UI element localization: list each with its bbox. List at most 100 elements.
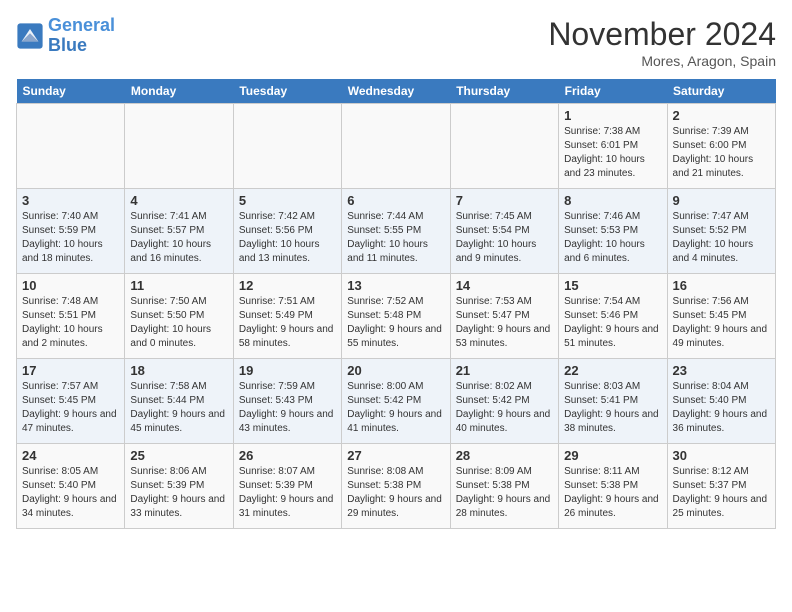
- calendar-cell: 6 Sunrise: 7:44 AM Sunset: 5:55 PM Daylig…: [342, 189, 450, 274]
- calendar-cell: 5Sunrise: 7:42 AM Sunset: 5:56 PM Daylig…: [233, 189, 341, 274]
- logo: General Blue: [16, 16, 115, 56]
- calendar-week-row: 17Sunrise: 7:57 AM Sunset: 5:45 PM Dayli…: [17, 359, 776, 444]
- calendar-cell: 16 Sunrise: 7:56 AM Sunset: 5:45 PM Dayli…: [667, 274, 775, 359]
- calendar-cell: 22Sunrise: 8:03 AM Sunset: 5:41 PM Dayli…: [559, 359, 667, 444]
- cell-info: Sunrise: 7:38 AM Sunset: 6:01 PM Dayligh…: [564, 125, 661, 181]
- day-number: 26: [239, 448, 336, 463]
- day-number: 16: [673, 278, 770, 293]
- calendar-table: SundayMondayTuesdayWednesdayThursdayFrid…: [16, 79, 776, 529]
- cell-info: Sunrise: 8:08 AM Sunset: 5:38 PM Dayligh…: [347, 465, 444, 521]
- day-number: 23: [673, 363, 770, 378]
- calendar-cell: 28 Sunrise: 8:09 AM Sunset: 5:38 PM Dayli…: [450, 444, 558, 529]
- day-number: 25: [130, 448, 227, 463]
- cell-info: Sunrise: 8:04 AM Sunset: 5:40 PM Dayligh…: [673, 380, 770, 436]
- day-number: 21: [456, 363, 553, 378]
- day-number: 24: [22, 448, 119, 463]
- cell-info: Sunrise: 7:56 AM Sunset: 5:45 PM Dayligh…: [673, 295, 770, 351]
- calendar-week-row: 3 Sunrise: 7:40 AM Sunset: 5:59 PM Daylig…: [17, 189, 776, 274]
- cell-info: Sunrise: 7:46 AM Sunset: 5:53 PM Dayligh…: [564, 210, 661, 266]
- logo-text: General Blue: [48, 16, 115, 56]
- cell-info: Sunrise: 7:41 AM Sunset: 5:57 PM Dayligh…: [130, 210, 227, 266]
- calendar-cell: 8 Sunrise: 7:46 AM Sunset: 5:53 PM Daylig…: [559, 189, 667, 274]
- cell-info: Sunrise: 8:11 AM Sunset: 5:38 PM Dayligh…: [564, 465, 661, 521]
- calendar-cell: 9 Sunrise: 7:47 AM Sunset: 5:52 PM Daylig…: [667, 189, 775, 274]
- day-number: 1: [564, 108, 661, 123]
- calendar-cell: 14Sunrise: 7:53 AM Sunset: 5:47 PM Dayli…: [450, 274, 558, 359]
- day-number: 12: [239, 278, 336, 293]
- cell-info: Sunrise: 8:09 AM Sunset: 5:38 PM Dayligh…: [456, 465, 553, 521]
- calendar-cell: 17Sunrise: 7:57 AM Sunset: 5:45 PM Dayli…: [17, 359, 125, 444]
- page-header: General Blue November 2024 Mores, Aragon…: [16, 16, 776, 69]
- day-number: 13: [347, 278, 444, 293]
- calendar-cell: 10 Sunrise: 7:48 AM Sunset: 5:51 PM Dayli…: [17, 274, 125, 359]
- calendar-day-header: Friday: [559, 79, 667, 104]
- cell-info: Sunrise: 7:57 AM Sunset: 5:45 PM Dayligh…: [22, 380, 119, 436]
- calendar-cell: 30 Sunrise: 8:12 AM Sunset: 5:37 PM Dayli…: [667, 444, 775, 529]
- calendar-cell: 26 Sunrise: 8:07 AM Sunset: 5:39 PM Dayli…: [233, 444, 341, 529]
- calendar-cell: [233, 104, 341, 189]
- cell-info: Sunrise: 7:42 AM Sunset: 5:56 PM Dayligh…: [239, 210, 336, 266]
- day-number: 11: [130, 278, 227, 293]
- calendar-week-row: 1 Sunrise: 7:38 AM Sunset: 6:01 PM Daylig…: [17, 104, 776, 189]
- cell-info: Sunrise: 7:39 AM Sunset: 6:00 PM Dayligh…: [673, 125, 770, 181]
- day-number: 2: [673, 108, 770, 123]
- calendar-day-header: Sunday: [17, 79, 125, 104]
- cell-info: Sunrise: 7:52 AM Sunset: 5:48 PM Dayligh…: [347, 295, 444, 351]
- day-number: 15: [564, 278, 661, 293]
- calendar-week-row: 10 Sunrise: 7:48 AM Sunset: 5:51 PM Dayli…: [17, 274, 776, 359]
- calendar-cell: [125, 104, 233, 189]
- calendar-header-row: SundayMondayTuesdayWednesdayThursdayFrid…: [17, 79, 776, 104]
- day-number: 20: [347, 363, 444, 378]
- day-number: 4: [130, 193, 227, 208]
- day-number: 6: [347, 193, 444, 208]
- cell-info: Sunrise: 7:48 AM Sunset: 5:51 PM Dayligh…: [22, 295, 119, 351]
- cell-info: Sunrise: 7:53 AM Sunset: 5:47 PM Dayligh…: [456, 295, 553, 351]
- day-number: 27: [347, 448, 444, 463]
- calendar-day-header: Monday: [125, 79, 233, 104]
- cell-info: Sunrise: 7:44 AM Sunset: 5:55 PM Dayligh…: [347, 210, 444, 266]
- calendar-day-header: Wednesday: [342, 79, 450, 104]
- calendar-cell: 4 Sunrise: 7:41 AM Sunset: 5:57 PM Daylig…: [125, 189, 233, 274]
- calendar-cell: 19 Sunrise: 7:59 AM Sunset: 5:43 PM Dayli…: [233, 359, 341, 444]
- cell-info: Sunrise: 8:05 AM Sunset: 5:40 PM Dayligh…: [22, 465, 119, 521]
- calendar-cell: 7Sunrise: 7:45 AM Sunset: 5:54 PM Daylig…: [450, 189, 558, 274]
- cell-info: Sunrise: 8:02 AM Sunset: 5:42 PM Dayligh…: [456, 380, 553, 436]
- cell-info: Sunrise: 7:40 AM Sunset: 5:59 PM Dayligh…: [22, 210, 119, 266]
- cell-info: Sunrise: 7:59 AM Sunset: 5:43 PM Dayligh…: [239, 380, 336, 436]
- day-number: 18: [130, 363, 227, 378]
- calendar-cell: 27 Sunrise: 8:08 AM Sunset: 5:38 PM Dayli…: [342, 444, 450, 529]
- calendar-cell: [17, 104, 125, 189]
- day-number: 10: [22, 278, 119, 293]
- calendar-week-row: 24 Sunrise: 8:05 AM Sunset: 5:40 PM Dayli…: [17, 444, 776, 529]
- calendar-cell: 18 Sunrise: 7:58 AM Sunset: 5:44 PM Dayli…: [125, 359, 233, 444]
- cell-info: Sunrise: 7:47 AM Sunset: 5:52 PM Dayligh…: [673, 210, 770, 266]
- logo-icon: [16, 22, 44, 50]
- day-number: 30: [673, 448, 770, 463]
- calendar-cell: 21 Sunrise: 8:02 AM Sunset: 5:42 PM Dayli…: [450, 359, 558, 444]
- cell-info: Sunrise: 7:58 AM Sunset: 5:44 PM Dayligh…: [130, 380, 227, 436]
- location: Mores, Aragon, Spain: [548, 53, 776, 69]
- cell-info: Sunrise: 8:06 AM Sunset: 5:39 PM Dayligh…: [130, 465, 227, 521]
- calendar-cell: 15Sunrise: 7:54 AM Sunset: 5:46 PM Dayli…: [559, 274, 667, 359]
- day-number: 19: [239, 363, 336, 378]
- calendar-cell: 1 Sunrise: 7:38 AM Sunset: 6:01 PM Daylig…: [559, 104, 667, 189]
- calendar-day-header: Thursday: [450, 79, 558, 104]
- calendar-cell: 2 Sunrise: 7:39 AM Sunset: 6:00 PM Daylig…: [667, 104, 775, 189]
- day-number: 29: [564, 448, 661, 463]
- calendar-cell: 11 Sunrise: 7:50 AM Sunset: 5:50 PM Dayli…: [125, 274, 233, 359]
- calendar-body: 1 Sunrise: 7:38 AM Sunset: 6:01 PM Daylig…: [17, 104, 776, 529]
- cell-info: Sunrise: 8:03 AM Sunset: 5:41 PM Dayligh…: [564, 380, 661, 436]
- cell-info: Sunrise: 8:00 AM Sunset: 5:42 PM Dayligh…: [347, 380, 444, 436]
- day-number: 3: [22, 193, 119, 208]
- calendar-cell: 12Sunrise: 7:51 AM Sunset: 5:49 PM Dayli…: [233, 274, 341, 359]
- day-number: 8: [564, 193, 661, 208]
- cell-info: Sunrise: 7:50 AM Sunset: 5:50 PM Dayligh…: [130, 295, 227, 351]
- cell-info: Sunrise: 8:07 AM Sunset: 5:39 PM Dayligh…: [239, 465, 336, 521]
- day-number: 28: [456, 448, 553, 463]
- day-number: 9: [673, 193, 770, 208]
- cell-info: Sunrise: 8:12 AM Sunset: 5:37 PM Dayligh…: [673, 465, 770, 521]
- calendar-cell: 25 Sunrise: 8:06 AM Sunset: 5:39 PM Dayli…: [125, 444, 233, 529]
- calendar-cell: 13 Sunrise: 7:52 AM Sunset: 5:48 PM Dayli…: [342, 274, 450, 359]
- calendar-day-header: Tuesday: [233, 79, 341, 104]
- calendar-cell: [342, 104, 450, 189]
